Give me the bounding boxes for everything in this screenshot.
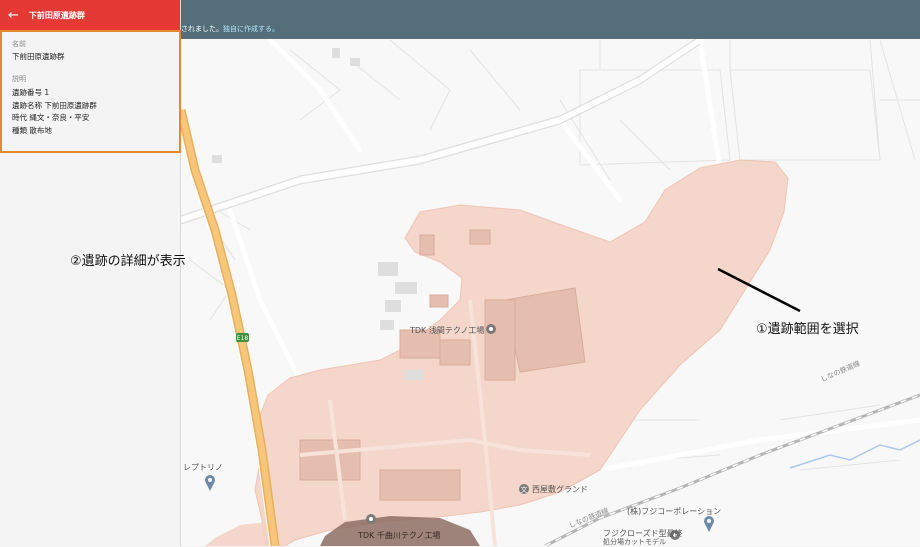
back-arrow-icon[interactable]: ← xyxy=(8,9,19,22)
name-value: 下前田原遺跡群 xyxy=(12,52,65,61)
callout-detail: ②遺跡の詳細が表示 xyxy=(70,254,186,269)
label-tdk-asama[interactable]: TDK 浅間テクノ工場 xyxy=(410,325,484,336)
description-label: 説明 xyxy=(12,75,26,83)
pin-nishiyashiki[interactable]: 文 xyxy=(519,484,529,494)
pin-tdk-asama[interactable] xyxy=(486,324,496,334)
site-details: 名前 下前田原遺跡群 説明 遺跡番号 1 遺跡名称 下前田原遺跡群 時代 縄文・… xyxy=(0,30,181,153)
top-bar: されました。独自に作成する。 xyxy=(181,0,920,39)
panel-title: 下前田原遺跡群 xyxy=(28,10,85,20)
name-label: 名前 xyxy=(12,40,26,48)
notice-message: されました。 xyxy=(181,25,223,33)
description-line: 種類 散布地 xyxy=(12,125,52,135)
label-nishiyashiki[interactable]: 西屋敷グランド xyxy=(532,484,588,495)
e18-shield: E18 xyxy=(236,333,249,342)
panel-header: ← 下前田原遺跡群 xyxy=(0,0,180,30)
label-leptrino[interactable]: レプトリノ xyxy=(183,462,223,473)
description-line: 遺跡名称 下前田原遺跡群 xyxy=(12,100,97,110)
pin-tdk-chikuma[interactable] xyxy=(366,514,376,524)
label-tdk-chikuma[interactable]: TDK 千曲川テクノ工場 xyxy=(358,530,440,541)
svg-text:文: 文 xyxy=(521,485,528,494)
description-line: 時代 縄文・奈良・平安 xyxy=(12,113,90,122)
description-value: 遺跡番号 1 遺跡名称 下前田原遺跡群 時代 縄文・奈良・平安 種類 散布地 xyxy=(12,87,169,137)
callout-range: ①遺跡範囲を選択 xyxy=(756,322,859,337)
notice-text: されました。独自に作成する。 xyxy=(181,24,279,34)
description-line: 遺跡番号 1 xyxy=(12,88,50,97)
svg-text:E18: E18 xyxy=(237,335,249,342)
label-fujicorp[interactable]: (株)フジコーポレーション xyxy=(627,506,721,517)
side-panel: ← 下前田原遺跡群 名前 下前田原遺跡群 説明 遺跡番号 1 遺跡名称 下前田原… xyxy=(0,0,181,546)
notice-link[interactable]: 独自に作成する。 xyxy=(223,25,279,33)
